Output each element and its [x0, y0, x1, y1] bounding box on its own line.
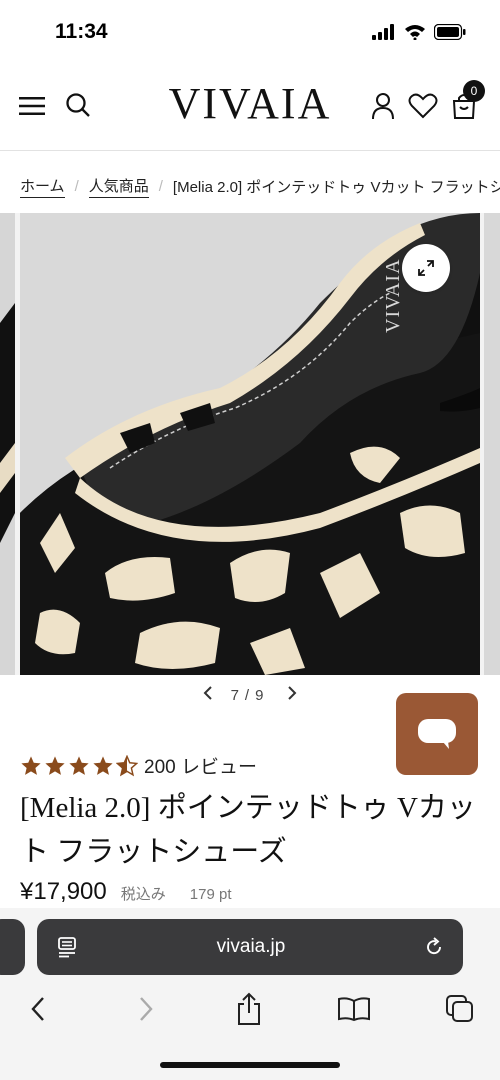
- star-icon: [69, 755, 89, 775]
- share-icon[interactable]: [229, 990, 269, 1028]
- address-bar[interactable]: vivaia.jp: [37, 919, 463, 975]
- reward-points: 179 pt: [189, 886, 232, 903]
- url-text[interactable]: vivaia.jp: [79, 936, 423, 958]
- review-count[interactable]: 200 レビュー: [144, 752, 257, 779]
- breadcrumb: ホーム / 人気商品 / [Melia 2.0] ポインテッドトゥ Vカット フ…: [20, 172, 500, 200]
- price-row: ¥17,900 税込み 179 pt: [20, 878, 232, 906]
- account-icon[interactable]: [370, 91, 396, 121]
- expand-icon: [418, 260, 434, 276]
- pager-next-icon[interactable]: [287, 686, 297, 704]
- pager-total: 9: [255, 686, 270, 704]
- header-divider: [0, 150, 500, 151]
- star-icon: [21, 755, 41, 775]
- status-icons: [372, 24, 466, 40]
- previous-image-peek[interactable]: [0, 213, 15, 675]
- star-icon: [45, 755, 65, 775]
- breadcrumb-home[interactable]: ホーム: [20, 175, 65, 198]
- tabs-icon[interactable]: [440, 990, 480, 1028]
- tax-label: 税込み: [120, 886, 166, 903]
- next-image-peek[interactable]: [484, 213, 500, 675]
- cart-icon[interactable]: 0: [451, 80, 485, 120]
- reader-mode-icon[interactable]: [57, 936, 79, 958]
- product-price: ¥17,900: [20, 878, 107, 905]
- home-indicator: [160, 1062, 340, 1068]
- chat-icon: [418, 719, 456, 749]
- pager-current: 7: [230, 686, 245, 704]
- status-time: 11:34: [55, 20, 108, 43]
- star-icon: [93, 755, 113, 775]
- product-rating[interactable]: 200 レビュー: [20, 752, 257, 779]
- signal-icon: [372, 24, 394, 40]
- wifi-icon: [405, 25, 425, 40]
- product-title: [Melia 2.0] ポインテッドトゥ Vカット フラットシューズ: [20, 792, 476, 868]
- cart-count-badge: 0: [463, 80, 485, 102]
- bookmarks-icon[interactable]: [334, 990, 374, 1028]
- chat-button[interactable]: [396, 693, 478, 775]
- breadcrumb-category[interactable]: 人気商品: [88, 175, 149, 198]
- back-icon[interactable]: [18, 990, 58, 1028]
- forward-icon[interactable]: [126, 990, 166, 1028]
- pager-prev-icon[interactable]: [203, 686, 213, 704]
- expand-image-button[interactable]: [402, 244, 450, 292]
- breadcrumb-current: [Melia 2.0] ポインテッドトゥ Vカット フラットシューズ: [172, 178, 500, 196]
- pager-separator: /: [244, 686, 256, 704]
- half-star-icon: [116, 754, 138, 776]
- previous-tab-peek[interactable]: [0, 919, 25, 975]
- reload-icon[interactable]: [423, 936, 445, 958]
- breadcrumb-separator: /: [74, 177, 79, 195]
- battery-icon: [434, 24, 466, 40]
- wishlist-icon[interactable]: [407, 92, 439, 120]
- breadcrumb-separator: /: [158, 177, 163, 195]
